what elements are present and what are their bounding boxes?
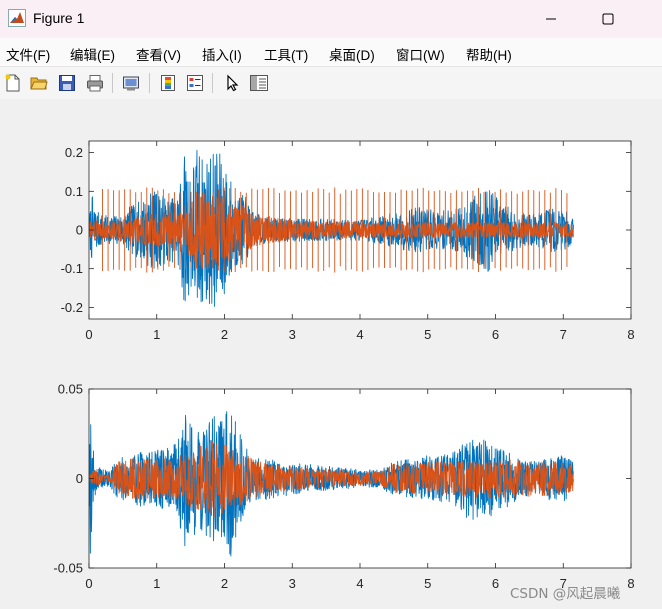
menu-edit[interactable]: 编辑(E) [70, 44, 115, 64]
menu-window[interactable]: 窗口(W) [396, 44, 445, 64]
top-x-tick-label: 3 [289, 327, 296, 342]
toolbar-separator [149, 73, 150, 93]
top-y-tick-label: -0.1 [61, 261, 83, 276]
top-x-tick-label: 8 [627, 327, 634, 342]
new-file-icon [5, 74, 20, 92]
top-x-tick-label: 4 [356, 327, 363, 342]
top-y-tick-label: -0.2 [61, 300, 83, 315]
export-figure-icon [123, 76, 139, 91]
top-axes: 0 1 2 3 4 5 6 7 8 0.2 0.1 0 -0.1 -0.2 [61, 140, 635, 342]
property-inspector-icon [250, 75, 268, 91]
pointer-icon [227, 74, 239, 92]
minimize-button[interactable] [528, 0, 574, 38]
print-button[interactable] [84, 72, 106, 94]
bottom-y-tick-label: 0.05 [58, 382, 83, 397]
menu-bar: 文件(F) 编辑(E) 查看(V) 插入(I) 工具(T) 桌面(D) 窗口(W… [0, 38, 662, 67]
menu-insert[interactable]: 插入(I) [202, 44, 242, 64]
save-button[interactable] [56, 72, 78, 94]
bottom-x-tick-label: 1 [153, 576, 160, 591]
top-x-tick-label: 0 [85, 327, 92, 342]
toolbar-separator [212, 73, 213, 93]
top-x-tick-label: 1 [153, 327, 160, 342]
bottom-y-tick-label: 0 [76, 471, 83, 486]
print-icon [87, 75, 103, 92]
property-inspector-button[interactable] [248, 72, 270, 94]
open-file-button[interactable] [28, 72, 50, 94]
menu-view[interactable]: 查看(V) [136, 44, 181, 64]
figure-canvas: 0 1 2 3 4 5 6 7 8 0.2 0.1 0 -0.1 -0.2 0 1 2 3 4 5 6 7 8 0.05… [0, 99, 662, 609]
bottom-x-tick-label: 6 [492, 576, 499, 591]
colorbar-button[interactable] [157, 72, 179, 94]
maximize-button[interactable] [585, 0, 631, 38]
menu-file[interactable]: 文件(F) [6, 44, 50, 64]
maximize-icon [602, 13, 614, 25]
bottom-x-tick-label: 5 [424, 576, 431, 591]
bottom-y-tick-label: -0.05 [53, 561, 83, 576]
legend-button[interactable] [184, 72, 206, 94]
new-figure-button[interactable] [2, 72, 24, 94]
top-y-tick-label: 0 [76, 223, 83, 238]
bottom-x-tick-label: 3 [289, 576, 296, 591]
csdn-watermark: CSDN @风起晨曦 [510, 586, 621, 602]
top-x-tick-label: 5 [424, 327, 431, 342]
window-title: Figure 1 [33, 10, 85, 26]
top-y-tick-label: 0.1 [65, 184, 83, 199]
legend-icon [187, 75, 203, 91]
colorbar-icon [161, 75, 175, 91]
top-x-tick-label: 7 [560, 327, 567, 342]
toolbar [0, 67, 662, 99]
top-x-tick-label: 6 [492, 327, 499, 342]
menu-desktop[interactable]: 桌面(D) [329, 44, 375, 64]
export-figure-button[interactable] [120, 72, 142, 94]
matlab-logo-icon [8, 9, 26, 27]
top-y-tick-label: 0.2 [65, 145, 83, 160]
menu-help[interactable]: 帮助(H) [466, 44, 512, 64]
menu-tools[interactable]: 工具(T) [264, 44, 308, 64]
bottom-x-tick-label: 2 [221, 576, 228, 591]
top-x-tick-label: 2 [221, 327, 228, 342]
title-bar: Figure 1 [0, 0, 662, 38]
bottom-x-tick-label: 4 [356, 576, 363, 591]
open-folder-icon [30, 77, 48, 90]
bottom-x-tick-label: 8 [627, 576, 634, 591]
bottom-axes: 012345678 0.050-0.05 [53, 382, 634, 592]
select-pointer-button[interactable] [221, 72, 243, 94]
bottom-x-tick-label: 0 [85, 576, 92, 591]
minimize-icon [546, 18, 556, 20]
save-icon [59, 75, 75, 91]
toolbar-separator [112, 73, 113, 93]
